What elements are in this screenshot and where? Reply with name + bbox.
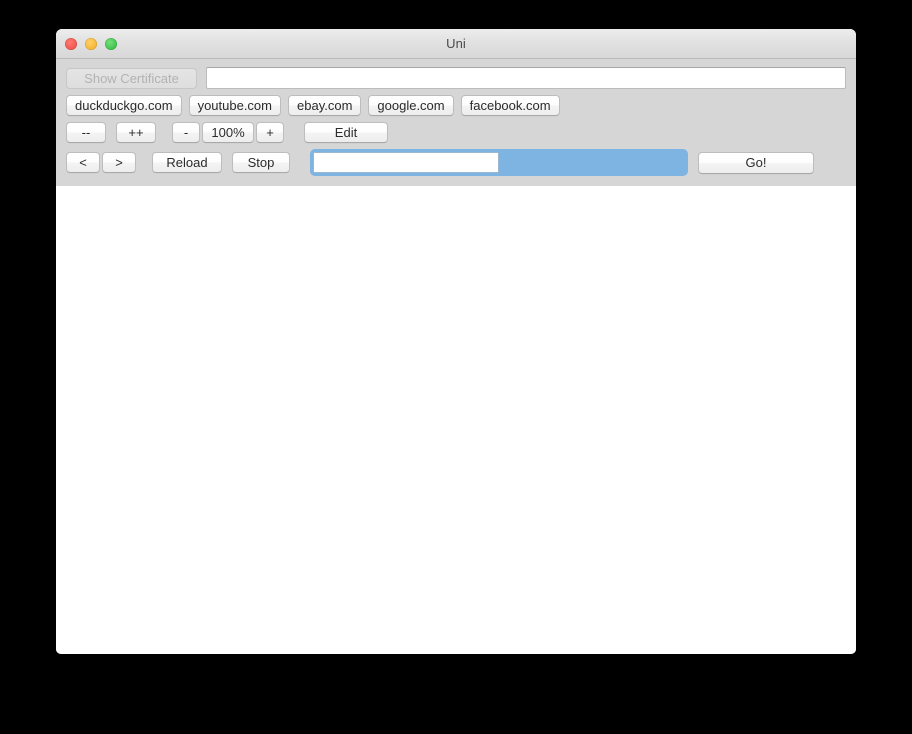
browser-window: Uni Show Certificate duckduckgo.com yout… — [56, 29, 856, 654]
forward-button[interactable]: > — [102, 152, 136, 173]
increase-all-button[interactable]: ++ — [116, 122, 156, 143]
browser-toolbar: Show Certificate duckduckgo.com youtube.… — [56, 59, 856, 186]
edit-button[interactable]: Edit — [304, 122, 388, 143]
certificate-field[interactable] — [206, 67, 846, 89]
minimize-window-button[interactable] — [85, 37, 97, 50]
certificate-row: Show Certificate — [66, 67, 846, 89]
decrease-all-button[interactable]: -- — [66, 122, 106, 143]
page-content-area[interactable] — [56, 186, 856, 654]
zoom-controls-row: -- ++ - 100% + Edit — [66, 122, 846, 143]
url-field-focus-ring — [310, 149, 688, 176]
reload-button[interactable]: Reload — [152, 152, 222, 173]
window-titlebar: Uni — [56, 29, 856, 59]
traffic-light-group — [65, 29, 117, 58]
window-title: Uni — [446, 36, 466, 51]
zoom-level-display[interactable]: 100% — [202, 122, 254, 143]
zoom-in-button[interactable]: + — [256, 122, 284, 143]
go-button[interactable]: Go! — [698, 151, 814, 174]
bookmark-facebook[interactable]: facebook.com — [460, 95, 560, 116]
zoom-segmented-group: - 100% + — [172, 122, 284, 143]
close-window-button[interactable] — [65, 37, 77, 50]
bookmark-youtube[interactable]: youtube.com — [188, 95, 281, 116]
back-button[interactable]: < — [66, 152, 100, 173]
zoom-out-button[interactable]: - — [172, 122, 200, 143]
stop-button[interactable]: Stop — [232, 152, 290, 173]
bookmark-duckduckgo[interactable]: duckduckgo.com — [66, 95, 182, 116]
url-input[interactable] — [313, 152, 499, 173]
bookmark-google[interactable]: google.com — [368, 95, 454, 116]
bookmarks-row: duckduckgo.com youtube.com ebay.com goog… — [66, 95, 846, 116]
navigation-row: < > Reload Stop Go! — [66, 149, 846, 176]
show-certificate-button[interactable]: Show Certificate — [66, 67, 197, 89]
maximize-window-button[interactable] — [105, 37, 117, 50]
bookmark-ebay[interactable]: ebay.com — [288, 95, 362, 116]
